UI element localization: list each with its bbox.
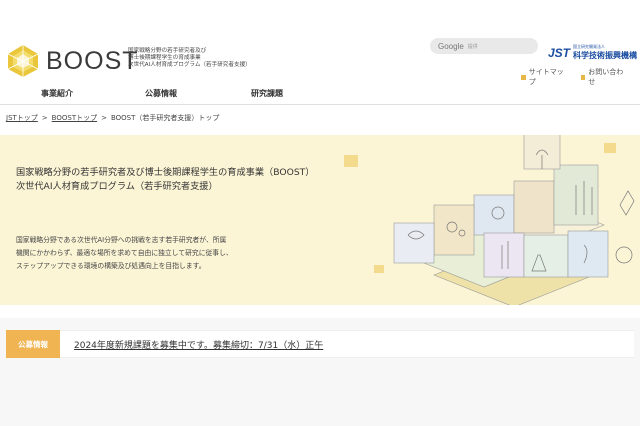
hero-description: 国家戦略分野である次世代AI分野への挑戦を志す若手研究者が、所属 機関にかかわら… [16,234,291,273]
search-input[interactable]: Google 提供 [430,38,538,54]
news-bar: 公募情報 2024年度新規課題を募集中です。募集締切：7/31（水）正午 [6,330,634,358]
breadcrumb-jst-top[interactable]: JSTトップ [6,113,38,123]
sitemap-link[interactable]: サイトマップ [521,67,569,87]
breadcrumb-separator: > [41,114,48,122]
hero-illustration [344,135,635,305]
nav-item-program[interactable]: 事業紹介 [41,88,73,99]
utility-links: サイトマップ お問い合わせ [521,67,640,87]
hero-desc-line: ステップアップできる環境の構築及び処遇向上を目指します。 [16,262,206,270]
boost-logo-icon [7,45,39,77]
main-nav: 事業紹介 公募情報 研究課題 [0,86,640,104]
search-brand: Google [438,41,464,51]
hero-title: 国家戦略分野の若手研究者及び博士後期課程学生の育成事業（BOOST） 次世代AI… [16,166,315,194]
sitemap-label: サイトマップ [528,68,564,86]
logo-text: BOOST [46,46,139,75]
breadcrumb-separator: > [101,114,107,122]
hero-title-line: 次世代AI人材育成プログラム（若手研究者支援） [16,181,218,192]
nav-divider [0,104,640,105]
news-link[interactable]: 2024年度新規課題を募集中です。募集締切：7/31（水）正午 [74,338,323,351]
hero-desc-line: 国家戦略分野である次世代AI分野への挑戦を志す若手研究者が、所属 [16,236,227,244]
nav-item-call[interactable]: 公募情報 [145,88,177,99]
jst-mark: JST [548,45,571,60]
logo-subtitle-line: 次世代AI人材育成プログラム（若手研究者支援） [128,62,251,68]
breadcrumb: JSTトップ > BOOSTトップ > BOOST（若手研究者支援）トップ [6,113,219,123]
nav-item-projects[interactable]: 研究課題 [251,88,283,99]
logo-subtitle-line: 博士後期課程学生の育成事業 [128,55,201,61]
breadcrumb-current: BOOST（若手研究者支援）トップ [110,114,220,122]
boost-logo[interactable]: BOOST [6,44,139,78]
hero-title-line: 国家戦略分野の若手研究者及び博士後期課程学生の育成事業（BOOST） [16,167,315,178]
hero-desc-line: 機関にかかわらず、最適な場所を求めて自由に独立して研究に従事し、 [16,249,233,257]
jst-logo[interactable]: JST 国立研究開発法人 科学技術振興機構 [548,44,637,61]
square-bullet-icon [521,74,526,80]
breadcrumb-boost-top[interactable]: BOOSTトップ [52,113,97,123]
hero-banner: 国家戦略分野の若手研究者及び博士後期課程学生の育成事業（BOOST） 次世代AI… [0,135,640,305]
square-bullet-icon [580,74,586,80]
logo-subtitle-line: 国家戦略分野の若手研究者及び [128,48,207,54]
site-header: BOOST 国家戦略分野の若手研究者及び 博士後期課程学生の育成事業 次世代AI… [0,0,640,86]
contact-label: お問い合わせ [588,68,624,86]
news-tag: 公募情報 [6,330,60,358]
jst-big-name: 科学技術振興機構 [573,51,638,60]
search-hint: 提供 [467,43,478,50]
logo-subtitle: 国家戦略分野の若手研究者及び 博士後期課程学生の育成事業 次世代AI人材育成プロ… [128,48,268,69]
contact-link[interactable]: お問い合わせ [580,67,629,87]
